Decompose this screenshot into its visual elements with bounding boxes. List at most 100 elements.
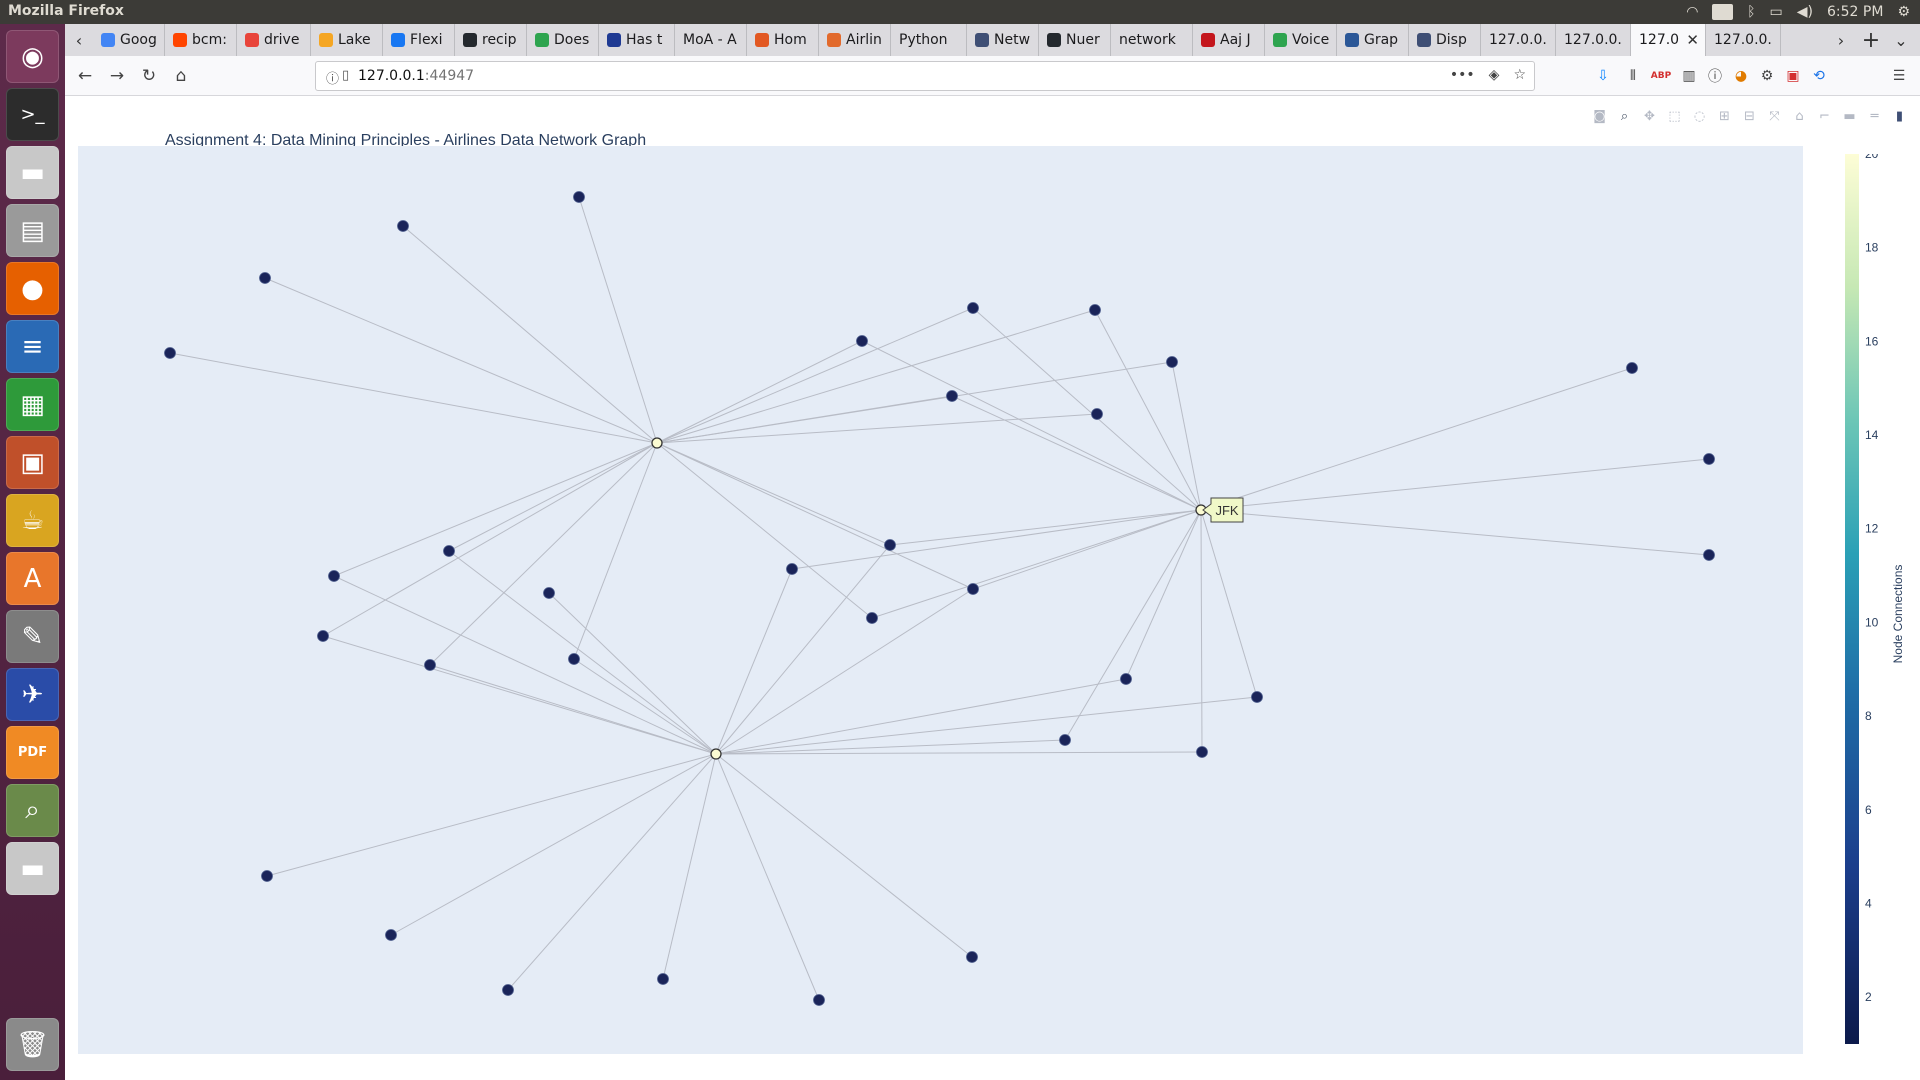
app-icon[interactable]: ✈ <box>6 668 59 721</box>
hover-closest-icon[interactable]: ▬ <box>1841 108 1858 125</box>
tab-10[interactable]: Airlin <box>819 24 891 56</box>
zoom-icon[interactable]: ⌕ <box>1616 108 1633 125</box>
graph-node[interactable] <box>164 347 176 359</box>
disk-drive-2-icon[interactable]: ▬ <box>6 842 59 895</box>
camera-icon[interactable]: ◙ <box>1591 108 1608 125</box>
graph-node[interactable] <box>385 929 397 941</box>
trash-icon[interactable]: 🗑 <box>6 1018 59 1071</box>
graph-node[interactable] <box>856 335 868 347</box>
tab-9[interactable]: Hom <box>747 24 819 56</box>
graph-node[interactable] <box>328 570 340 582</box>
graph-node[interactable] <box>1703 453 1715 465</box>
ubuntu-home-icon[interactable]: ◉ <box>6 30 59 83</box>
settings-icon[interactable]: ✎ <box>6 610 59 663</box>
pdf-icon[interactable]: PDF <box>6 726 59 779</box>
graph-node[interactable] <box>786 563 798 575</box>
graph-node[interactable] <box>1196 746 1208 758</box>
calc-icon[interactable]: ▦ <box>6 378 59 431</box>
plotly-logo-icon[interactable]: ▮ <box>1891 108 1908 125</box>
graph-node[interactable] <box>866 612 878 624</box>
volume-icon[interactable]: ◀) <box>1797 4 1813 20</box>
tab-4[interactable]: Flexi <box>383 24 455 56</box>
hub-node[interactable] <box>710 748 722 760</box>
tab-15[interactable]: Aaj J <box>1193 24 1265 56</box>
writer-icon[interactable]: ≡ <box>6 320 59 373</box>
graph-node[interactable] <box>317 630 329 642</box>
graph-node[interactable] <box>657 973 669 985</box>
tab-21[interactable]: 127.0 ✕ <box>1631 24 1706 56</box>
downloads-icon[interactable]: ⇩ <box>1593 66 1613 86</box>
graph-node[interactable] <box>967 302 979 314</box>
lasso-select-icon[interactable]: ◌ <box>1691 108 1708 125</box>
tab-2[interactable]: drive <box>237 24 311 56</box>
graph-node[interactable] <box>443 545 455 557</box>
tab-18[interactable]: Disp <box>1409 24 1481 56</box>
disk-drive-icon[interactable]: ▬ <box>6 146 59 199</box>
graph-node[interactable] <box>1251 691 1263 703</box>
tab-12[interactable]: Netw <box>967 24 1039 56</box>
tabs-scroll-left-button[interactable]: ‹ <box>65 24 93 56</box>
hover-compare-icon[interactable]: ═ <box>1866 108 1883 125</box>
tab-16[interactable]: Voice <box>1265 24 1337 56</box>
graph-node[interactable] <box>1166 356 1178 368</box>
graph-node[interactable] <box>1091 408 1103 420</box>
battery-icon[interactable]: ▭ <box>1770 4 1783 20</box>
extension-gear-icon[interactable]: ⚙ <box>1757 66 1777 86</box>
hub-node[interactable] <box>651 437 663 449</box>
graph-node[interactable] <box>1059 734 1071 746</box>
keyboard-layout-indicator[interactable]: Ja <box>1712 4 1734 20</box>
new-tab-button[interactable]: + <box>1857 24 1885 56</box>
tab-22[interactable]: 127.0.0. <box>1706 24 1781 56</box>
impress-icon[interactable]: ▣ <box>6 436 59 489</box>
tab-0[interactable]: Goog <box>93 24 165 56</box>
forward-button[interactable]: → <box>103 62 131 90</box>
back-button[interactable]: ← <box>71 62 99 90</box>
home-button[interactable]: ⌂ <box>167 62 195 90</box>
tab-6[interactable]: Does <box>527 24 599 56</box>
menu-icon[interactable]: ☰ <box>1889 66 1909 86</box>
list-all-tabs-button[interactable]: ⌄ <box>1887 24 1915 56</box>
graph-node[interactable] <box>502 984 514 996</box>
terminal-icon[interactable]: >_ <box>6 88 59 141</box>
url-bar[interactable]: ⓘ ▯ 127.0.0.1:44947 ••• ◈ ☆ <box>315 61 1535 91</box>
tab-3[interactable]: Lake <box>311 24 383 56</box>
firefox-icon[interactable]: ● <box>6 262 59 315</box>
tab-8[interactable]: MoA - A <box>675 24 747 56</box>
bluetooth-icon[interactable]: ᛒ <box>1747 4 1755 20</box>
tab-7[interactable]: Has t <box>599 24 675 56</box>
extension-fox-icon[interactable]: ◕ <box>1731 66 1751 86</box>
graph-node[interactable] <box>1089 304 1101 316</box>
bookmark-star-icon[interactable]: ☆ <box>1513 67 1526 83</box>
tab-17[interactable]: Grap <box>1337 24 1409 56</box>
reload-button[interactable]: ↻ <box>135 62 163 90</box>
graph-node[interactable] <box>967 583 979 595</box>
graph-node[interactable] <box>1120 673 1132 685</box>
site-info-icon[interactable]: ⓘ <box>326 68 339 87</box>
close-tab-icon[interactable]: ✕ <box>1686 31 1699 49</box>
extension-screen-icon[interactable]: ▣ <box>1783 66 1803 86</box>
reset-axes-icon[interactable]: ⌂ <box>1791 108 1808 125</box>
tab-1[interactable]: bcm: <box>165 24 237 56</box>
pocket-icon[interactable]: ◈ <box>1489 67 1500 83</box>
gear-icon[interactable]: ⚙ <box>1897 4 1910 20</box>
graph-node[interactable] <box>573 191 585 203</box>
graph-node[interactable] <box>261 870 273 882</box>
tab-13[interactable]: Nuer <box>1039 24 1111 56</box>
tab-5[interactable]: recip <box>455 24 527 56</box>
graph-node[interactable] <box>813 994 825 1006</box>
pan-icon[interactable]: ✥ <box>1641 108 1658 125</box>
graph-node[interactable] <box>946 390 958 402</box>
info-icon[interactable]: ⓘ <box>1705 66 1725 86</box>
graph-node[interactable] <box>884 539 896 551</box>
graph-node[interactable] <box>966 951 978 963</box>
tabs-scroll-right-button[interactable]: › <box>1827 24 1855 56</box>
graph-node[interactable] <box>1703 549 1715 561</box>
sidebar-icon[interactable]: ▥ <box>1679 66 1699 86</box>
network-graph[interactable]: JFK <box>78 146 1803 1054</box>
wifi-icon[interactable]: ◠ <box>1686 4 1698 20</box>
tab-20[interactable]: 127.0.0. <box>1556 24 1631 56</box>
tab-11[interactable]: Python <box>891 24 967 56</box>
box-select-icon[interactable]: ⬚ <box>1666 108 1683 125</box>
graph-node[interactable] <box>424 659 436 671</box>
graph-node[interactable] <box>1626 362 1638 374</box>
